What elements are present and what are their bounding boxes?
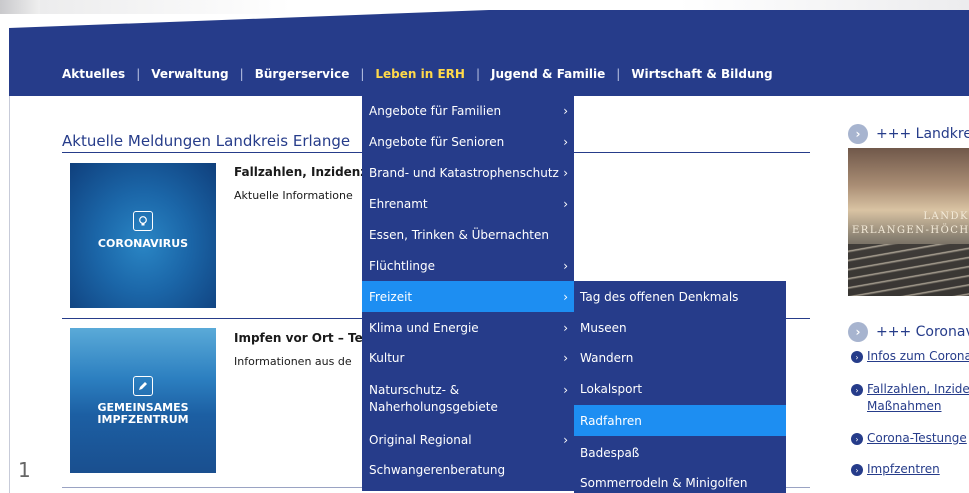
submenu-item-label: Sommerrodeln & Minigolfen [580,476,748,490]
page-border [9,96,10,493]
menu-item-label: Angebote für Familien [369,104,502,118]
chevron-right-icon: › [563,321,568,335]
page-number: 1 [18,458,31,482]
chevron-right-icon: › [563,104,568,118]
nav-separator: | [360,67,365,81]
nav-separator: | [239,67,244,81]
submenu-item-label: Tag des offenen Denkmals [580,290,739,304]
link-text[interactable]: Fallzahlen, Inzide [867,381,969,398]
menu-item-original-regional[interactable]: Original Regional › [362,424,574,455]
menu-item-label: Flüchtlinge [369,259,436,273]
submenu-item-label: Museen [580,321,627,335]
menu-item-schwangerenberatung[interactable]: Schwangerenberatung [362,455,574,486]
nav-leben-in-erh[interactable]: Leben in ERH [375,67,465,81]
menu-item-label: Schwangerenberatung [369,463,506,477]
chevron-right-bullet-icon: › [851,351,863,363]
menu-item-label: Naturschutz- & [369,383,460,397]
menu-item-label: Brand- und Katastrophenschutz [369,166,559,180]
chevron-right-bullet-icon: › [851,433,863,445]
chevron-right-icon: › [563,135,568,149]
chevron-right-bullet-icon: › [851,464,863,476]
submenu-item-label: Wandern [580,351,634,365]
nav-buergerservice[interactable]: Bürgerservice [255,67,350,81]
submenu-item-badespass[interactable]: Badespaß [574,436,786,467]
teaser-heading-text: +++ Landkrei [876,126,969,142]
menu-item-label: Klima und Energie [369,321,479,335]
chevron-right-icon: › [563,197,568,211]
menu-item-label-line2: Naherholungsgebiete [369,400,498,414]
edit-icon [133,376,153,396]
lightbulb-icon [133,211,153,231]
link-text[interactable]: Infos zum Corona [867,348,969,365]
chevron-right-icon: › [563,351,568,365]
chevron-right-icon: › [563,259,568,273]
submenu-item-denkmal[interactable]: Tag des offenen Denkmals [574,281,786,312]
menu-item-naturschutz[interactable]: Naturschutz- & Naherholungsgebiete › [362,374,574,424]
nav-aktuelles[interactable]: Aktuelles [62,67,125,81]
chevron-right-icon: › [563,290,568,304]
teaser-heading-corona[interactable]: › +++ Coronavi [848,322,969,342]
chevron-right-icon: › [563,433,568,447]
submenu-item-radfahren[interactable]: Radfahren [574,405,786,436]
teaser-image-caption: LANDK [923,211,969,222]
link-text[interactable]: Impfzentren [867,461,940,478]
top-strip-edge [0,0,40,14]
menu-item-label: Essen, Trinken & Übernachten [369,228,549,242]
news-image-impfzentrum[interactable]: GEMEINSAMES IMPFZENTRUM [70,328,216,473]
menu-item-senioren[interactable]: Angebote für Senioren › [362,126,574,157]
submenu-freizeit: Tag des offenen Denkmals Museen Wandern … [574,281,786,493]
menu-item-katastrophenschutz[interactable]: Brand- und Katastrophenschutz › [362,157,574,188]
teaser-image-caption: ERLANGEN-HÖCHS [852,225,969,236]
news-title[interactable]: Fallzahlen, Inzidenz [234,165,364,179]
news-text: Aktuelle Informatione [234,189,353,202]
news-text: Informationen aus de [234,355,352,368]
link-text[interactable]: Corona-Testunge [867,430,967,447]
teaser-heading-text: +++ Coronavi [876,324,969,340]
news-image-label: CORONAVIRUS [97,237,189,250]
teaser-image-landscape[interactable]: LANDK ERLANGEN-HÖCHS [848,148,969,296]
news-image-label-line2: IMPFZENTRUM [97,413,189,426]
chevron-right-circle-icon: › [848,322,868,342]
news-title[interactable]: Impfen vor Ort – Te [234,331,364,345]
nav-jugend-familie[interactable]: Jugend & Familie [491,67,605,81]
nav-separator: | [136,67,141,81]
chevron-right-icon: › [563,166,568,180]
menu-item-fluechtlinge[interactable]: Flüchtlinge › [362,250,574,281]
news-image-coronavirus[interactable]: CORONAVIRUS [70,163,216,308]
submenu-item-wandern[interactable]: Wandern [574,343,786,374]
submenu-item-sommerrodeln[interactable]: Sommerrodeln & Minigolfen [574,467,786,493]
menu-item-label: Original Regional [369,433,472,447]
menu-item-ehrenamt[interactable]: Ehrenamt › [362,188,574,219]
menu-item-label: Angebote für Senioren [369,135,505,149]
menu-item-label: Ehrenamt [369,197,428,211]
submenu-item-label: Radfahren [580,414,642,428]
chevron-right-circle-icon: › [848,124,868,144]
nav-separator: | [616,67,621,81]
menu-item-essen-trinken[interactable]: Essen, Trinken & Übernachten [362,219,574,250]
submenu-item-museen[interactable]: Museen [574,312,786,343]
menu-item-label: Freizeit [369,290,413,304]
teaser-image-ponds [848,244,969,296]
chevron-right-icon: › [563,383,568,397]
menu-item-familien[interactable]: Angebote für Familien › [362,96,574,126]
nav-wirtschaft-bildung[interactable]: Wirtschaft & Bildung [631,67,772,81]
nav-verwaltung[interactable]: Verwaltung [151,67,228,81]
menu-item-kultur[interactable]: Kultur › [362,343,574,374]
link-text-line2[interactable]: Maßnahmen [867,398,942,415]
menu-item-label: Kultur [369,351,405,365]
submenu-item-lokalsport[interactable]: Lokalsport [574,374,786,405]
menu-item-freizeit[interactable]: Freizeit › [362,281,574,312]
menu-item-klima-energie[interactable]: Klima und Energie › [362,312,574,343]
chevron-right-bullet-icon: › [851,384,863,396]
submenu-item-label: Lokalsport [580,382,643,396]
teaser-heading-landkreis[interactable]: › +++ Landkrei [848,124,969,144]
news-heading: Aktuelle Meldungen Landkreis Erlange [62,132,351,150]
nav-separator: | [475,67,480,81]
main-navigation: Aktuelles | Verwaltung | Bürgerservice |… [62,64,773,84]
dropdown-menu-leben-in-erh: Angebote für Familien › Angebote für Sen… [362,96,574,491]
submenu-item-label: Badespaß [580,446,640,460]
